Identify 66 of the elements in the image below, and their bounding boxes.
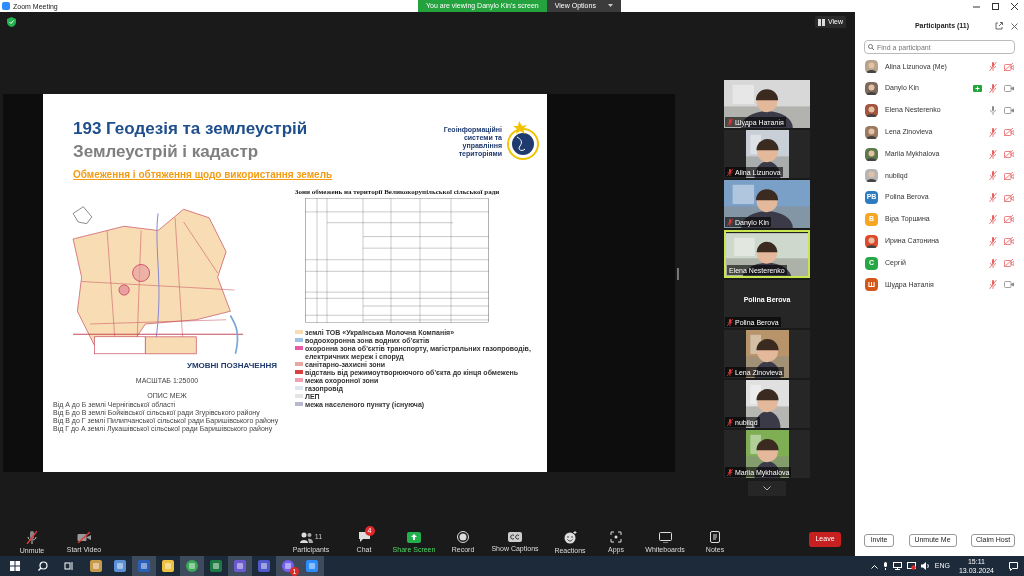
muted-mic-icon[interactable]: [989, 84, 997, 94]
app-icon: [282, 560, 294, 572]
muted-mic-icon[interactable]: [989, 193, 997, 203]
slide-title: 193 Геодезія та землеустрій: [73, 118, 309, 140]
video-off-icon[interactable]: [1004, 193, 1014, 202]
video-camera-icon[interactable]: [1004, 107, 1014, 114]
app-icon: [306, 560, 318, 572]
slide-subtitle: Землеустрій і кадастр: [73, 141, 260, 163]
video-off-icon[interactable]: [1004, 237, 1014, 246]
app-icon: [234, 560, 246, 572]
muted-mic-icon[interactable]: [989, 171, 997, 181]
pop-out-icon[interactable]: [995, 22, 1003, 30]
slide-heading: Обмеження і обтяження щодо використання земель: [73, 168, 333, 182]
smiley-icon: [563, 530, 577, 544]
search-icon: [868, 44, 874, 50]
video-camera-icon[interactable]: [1004, 85, 1014, 93]
muted-mic-icon[interactable]: [989, 149, 997, 159]
muted-mic-icon[interactable]: [989, 214, 997, 224]
zoom-logo-icon: [2, 2, 10, 10]
close-icon[interactable]: [1011, 22, 1018, 30]
app-icon: [90, 560, 102, 572]
muted-mic-icon[interactable]: [989, 62, 997, 72]
volume-icon[interactable]: [920, 562, 930, 570]
muted-mic-icon[interactable]: [989, 258, 997, 268]
video-off-icon[interactable]: [1004, 150, 1014, 159]
captions-icon: [508, 532, 522, 542]
whiteboard-icon: [658, 531, 672, 543]
apps-icon: [610, 531, 622, 543]
mic-icon[interactable]: [882, 562, 888, 570]
notes-icon: [710, 531, 720, 543]
video-off-icon[interactable]: [1004, 171, 1014, 180]
chevron-down-icon: [763, 486, 771, 491]
app-icon: [162, 560, 174, 572]
video-off-icon[interactable]: [1004, 62, 1014, 71]
grid-icon: [817, 18, 825, 26]
video-camera-icon[interactable]: [1004, 281, 1014, 289]
chevron-up-icon[interactable]: [870, 563, 878, 569]
app-icon: [138, 560, 150, 572]
warning-screen-icon[interactable]: [906, 562, 916, 570]
notifications-icon[interactable]: [1009, 561, 1018, 571]
chat-bubble-icon: [357, 531, 371, 543]
network-icon[interactable]: [892, 562, 902, 570]
people-icon: [299, 531, 313, 543]
app-icon: [210, 560, 222, 572]
video-off-icon[interactable]: [1004, 259, 1014, 268]
app-icon: [186, 560, 198, 572]
app-icon: [258, 560, 270, 572]
legend-title: УМОВНІ ПОЗНАЧЕННЯ: [186, 360, 277, 372]
maximize-icon[interactable]: [992, 2, 999, 10]
muted-mic-icon[interactable]: [989, 127, 997, 137]
resize-handle[interactable]: [677, 268, 679, 280]
close-icon[interactable]: [1011, 2, 1018, 10]
search-icon[interactable]: [38, 561, 48, 571]
muted-mic-icon[interactable]: [989, 280, 997, 290]
caret-icon: [607, 4, 613, 8]
taskbar-app-button[interactable]: [180, 556, 204, 576]
app-icon: [114, 560, 126, 572]
task-view-icon[interactable]: [64, 561, 74, 571]
share-screen-icon: [407, 531, 421, 543]
video-off-icon[interactable]: [1004, 215, 1014, 224]
shield-check-icon[interactable]: [7, 17, 16, 27]
windows-start-icon[interactable]: [10, 561, 20, 571]
video-off-icon[interactable]: [1004, 128, 1014, 137]
taskbar-app-button[interactable]: [300, 556, 324, 576]
record-icon: [457, 531, 469, 543]
muted-mic-icon[interactable]: [989, 236, 997, 246]
